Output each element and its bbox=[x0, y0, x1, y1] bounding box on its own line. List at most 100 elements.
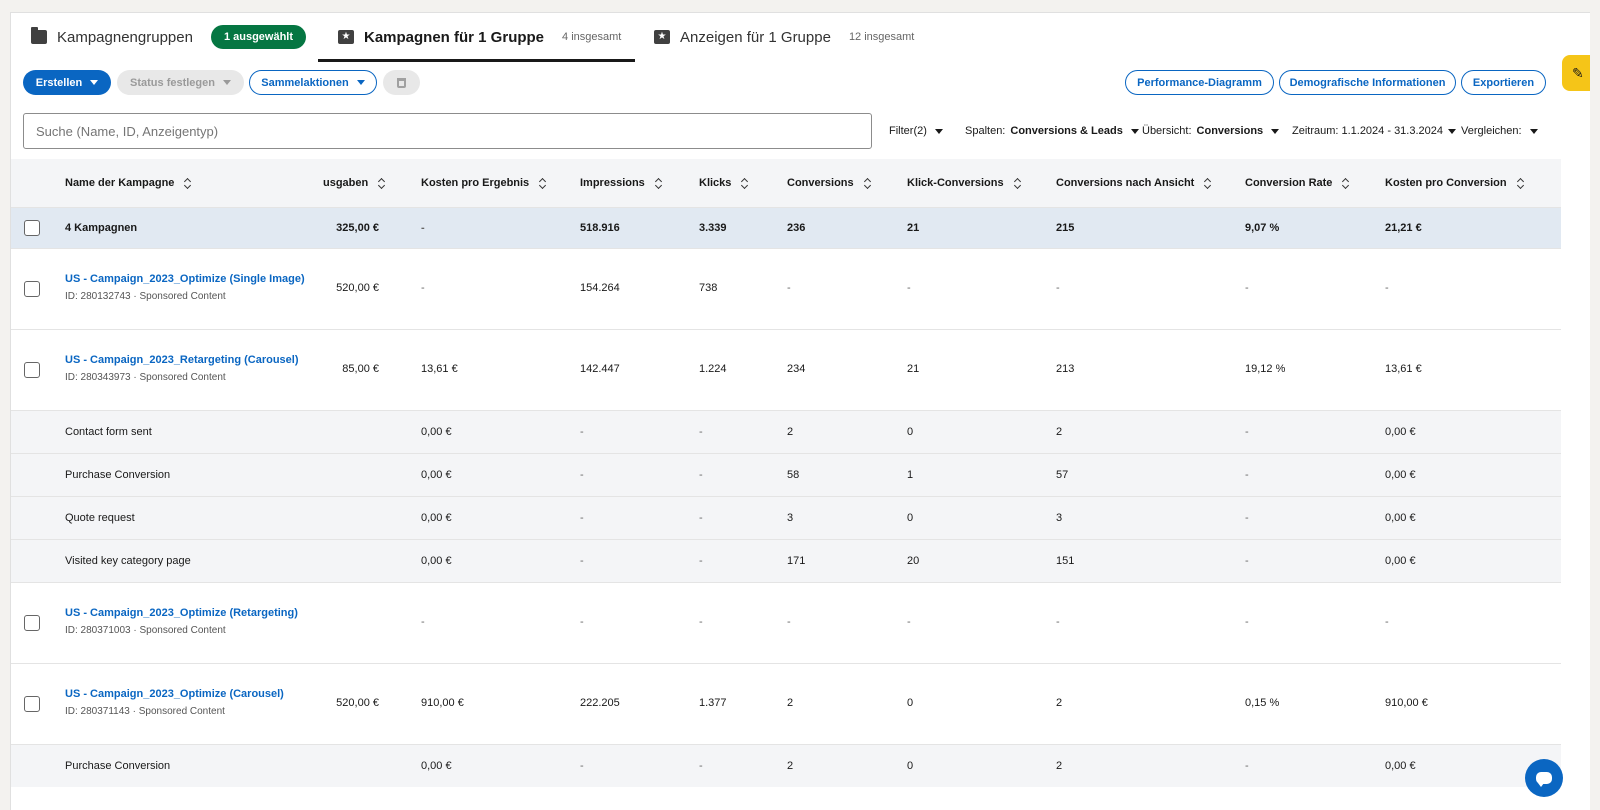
delete-button[interactable] bbox=[383, 70, 420, 95]
view-conv-cell: 57 bbox=[1056, 469, 1069, 481]
sort-icon bbox=[1014, 178, 1022, 189]
overview-dropdown[interactable]: Übersicht: Conversions bbox=[1142, 125, 1280, 137]
rate-cell: - bbox=[1245, 282, 1249, 294]
conversion-name: Quote request bbox=[65, 512, 135, 524]
conv-cell: 58 bbox=[787, 469, 800, 481]
view-conv-cell: 2 bbox=[1056, 426, 1063, 438]
chevron-down-icon bbox=[1271, 128, 1280, 134]
columns-dropdown[interactable]: Spalten: Conversions & Leads bbox=[965, 125, 1139, 137]
export-label: Exportieren bbox=[1472, 76, 1535, 89]
conversion-name: Purchase Conversion bbox=[65, 469, 171, 481]
column-header-clicks-label: Klicks bbox=[699, 177, 732, 189]
conv-cell: 3 bbox=[787, 512, 794, 524]
column-header-name-label: Name der Kampagne bbox=[65, 177, 175, 189]
sort-icon bbox=[184, 178, 192, 189]
total-label: 4 Kampagnen bbox=[65, 222, 138, 234]
row-checkbox[interactable] bbox=[24, 696, 40, 712]
clicks-cell: - bbox=[699, 426, 703, 438]
campaigns-table: Name der Kampagne usgaben Kosten pro Erg… bbox=[11, 159, 1561, 787]
click-conv-cell: 0 bbox=[907, 512, 914, 524]
trash-icon bbox=[397, 77, 406, 88]
row-checkbox[interactable] bbox=[24, 615, 40, 631]
filter-label: Filter(2) bbox=[889, 125, 927, 137]
clicks-cell: 1.224 bbox=[699, 363, 727, 375]
campaign-name-link[interactable]: US - Campaign_2023_Retargeting (Carousel… bbox=[65, 354, 299, 366]
bulk-actions-button[interactable]: Sammelaktionen bbox=[249, 70, 377, 95]
conversion-subrow: Purchase Conversion 0,00 € - - 2 0 2 - 0,00 € bbox=[11, 744, 1561, 787]
row-checkbox[interactable] bbox=[24, 281, 40, 297]
campaign-name-link[interactable]: US - Campaign_2023_Optimize (Single Imag… bbox=[65, 273, 305, 285]
conversion-subrow: Purchase Conversion 0,00 € - - 58 1 57 - 0,00 € bbox=[11, 453, 1561, 496]
conv-cell: 2 bbox=[787, 697, 794, 709]
conv-cell: 2 bbox=[787, 426, 794, 438]
performance-chart-button[interactable]: Performance-Diagramm bbox=[1125, 70, 1274, 95]
clicks-cell: - bbox=[699, 512, 703, 524]
tab-campaigns[interactable]: ★ Kampagnen für 1 Gruppe 4 insgesamt bbox=[338, 13, 621, 61]
chat-button[interactable] bbox=[1525, 759, 1563, 797]
view-conv-cell: 3 bbox=[1056, 512, 1063, 524]
click-conv-cell: 21 bbox=[907, 363, 920, 375]
search-input[interactable] bbox=[23, 113, 872, 149]
tab-campaigns-label: Kampagnen für 1 Gruppe bbox=[364, 28, 545, 46]
spend-cell: 520,00 € bbox=[336, 282, 379, 294]
filter-dropdown[interactable]: Filter(2) bbox=[889, 125, 943, 137]
chevron-down-icon bbox=[1130, 128, 1139, 134]
view-conv-cell: - bbox=[1056, 282, 1060, 294]
row-checkbox[interactable] bbox=[24, 362, 40, 378]
conv-cell: 2 bbox=[787, 760, 794, 772]
click-conv-cell: 0 bbox=[907, 760, 914, 772]
cpc-cell: 0,00 € bbox=[1385, 512, 1416, 524]
selected-badge[interactable]: 1 ausgewählt bbox=[210, 25, 307, 49]
create-button-label: Erstellen bbox=[35, 76, 83, 89]
column-header-clicks[interactable]: Klicks bbox=[699, 159, 749, 207]
create-button[interactable]: Erstellen bbox=[23, 70, 111, 95]
column-header-spend[interactable]: usgaben bbox=[323, 159, 386, 207]
compare-label: Vergleichen: bbox=[1461, 125, 1522, 137]
overview-value: Conversions bbox=[1196, 125, 1264, 137]
impr-cell: 222.205 bbox=[580, 697, 620, 709]
column-header-conversion-rate[interactable]: Conversion Rate bbox=[1245, 159, 1350, 207]
column-header-click-conversions[interactable]: Klick-Conversions bbox=[907, 159, 1022, 207]
campaign-manager-panel: Kampagnengruppen 1 ausgewählt ★ Kampagne… bbox=[10, 12, 1590, 810]
tab-campaign-groups[interactable]: Kampagnengruppen 1 ausgewählt bbox=[31, 13, 307, 61]
feedback-tab[interactable]: ✎ bbox=[1562, 55, 1590, 91]
cpc-cell: 13,61 € bbox=[1385, 363, 1422, 375]
row-checkbox[interactable] bbox=[24, 220, 40, 236]
rate-cell: - bbox=[1245, 469, 1249, 481]
tab-bar: Kampagnengruppen 1 ausgewählt ★ Kampagne… bbox=[11, 13, 1590, 62]
date-range-dropdown[interactable]: Zeitraum: 1.1.2024 - 31.3.2024 bbox=[1292, 125, 1456, 137]
campaign-name-link[interactable]: US - Campaign_2023_Optimize (Retargeting… bbox=[65, 607, 298, 619]
tab-campaigns-count: 4 insgesamt bbox=[562, 31, 622, 43]
campaign-id-type: ID: 280343973 · Sponsored Content bbox=[65, 372, 226, 383]
column-header-cost-per-result[interactable]: Kosten pro Ergebnis bbox=[421, 159, 547, 207]
tab-ads[interactable]: ★ Anzeigen für 1 Gruppe 12 insgesamt bbox=[654, 13, 914, 61]
performance-chart-label: Performance-Diagramm bbox=[1137, 76, 1262, 89]
demographics-button[interactable]: Demografische Informationen bbox=[1279, 70, 1456, 95]
view-conv-cell: 2 bbox=[1056, 697, 1063, 709]
set-status-button[interactable]: Status festlegen bbox=[117, 70, 244, 95]
spend-cell: 325,00 € bbox=[336, 222, 379, 234]
compare-dropdown[interactable]: Vergleichen: bbox=[1461, 125, 1538, 137]
export-button[interactable]: Exportieren bbox=[1461, 70, 1546, 95]
column-header-name[interactable]: Name der Kampagne bbox=[65, 159, 192, 207]
spend-cell-clip: 85,00 € bbox=[323, 330, 403, 410]
clicks-cell: 1.377 bbox=[699, 697, 727, 709]
clicks-cell: 738 bbox=[699, 282, 718, 294]
column-header-view-conversions[interactable]: Conversions nach Ansicht bbox=[1056, 159, 1212, 207]
table-row: US - Campaign_2023_Optimize (Retargeting… bbox=[11, 582, 1561, 663]
column-header-impressions[interactable]: Impressions bbox=[580, 159, 663, 207]
campaign-name-link[interactable]: US - Campaign_2023_Optimize (Carousel) bbox=[65, 688, 284, 700]
clicks-cell: - bbox=[699, 616, 703, 628]
cpc-cell: 910,00 € bbox=[1385, 697, 1428, 709]
clicks-cell: - bbox=[699, 469, 703, 481]
click-conv-cell: 21 bbox=[907, 222, 920, 234]
conv-cell: - bbox=[787, 282, 791, 294]
column-header-cost-per-conversion[interactable]: Kosten pro Conversion bbox=[1385, 159, 1525, 207]
column-header-conversions[interactable]: Conversions bbox=[787, 159, 872, 207]
spend-cell-clip: 520,00 € bbox=[323, 664, 403, 744]
impr-cell: 142.447 bbox=[580, 363, 620, 375]
cpc-cell: 0,00 € bbox=[1385, 555, 1416, 567]
cpc-cell: 21,21 € bbox=[1385, 222, 1422, 234]
clicks-cell: - bbox=[699, 555, 703, 567]
impr-cell: - bbox=[580, 469, 584, 481]
